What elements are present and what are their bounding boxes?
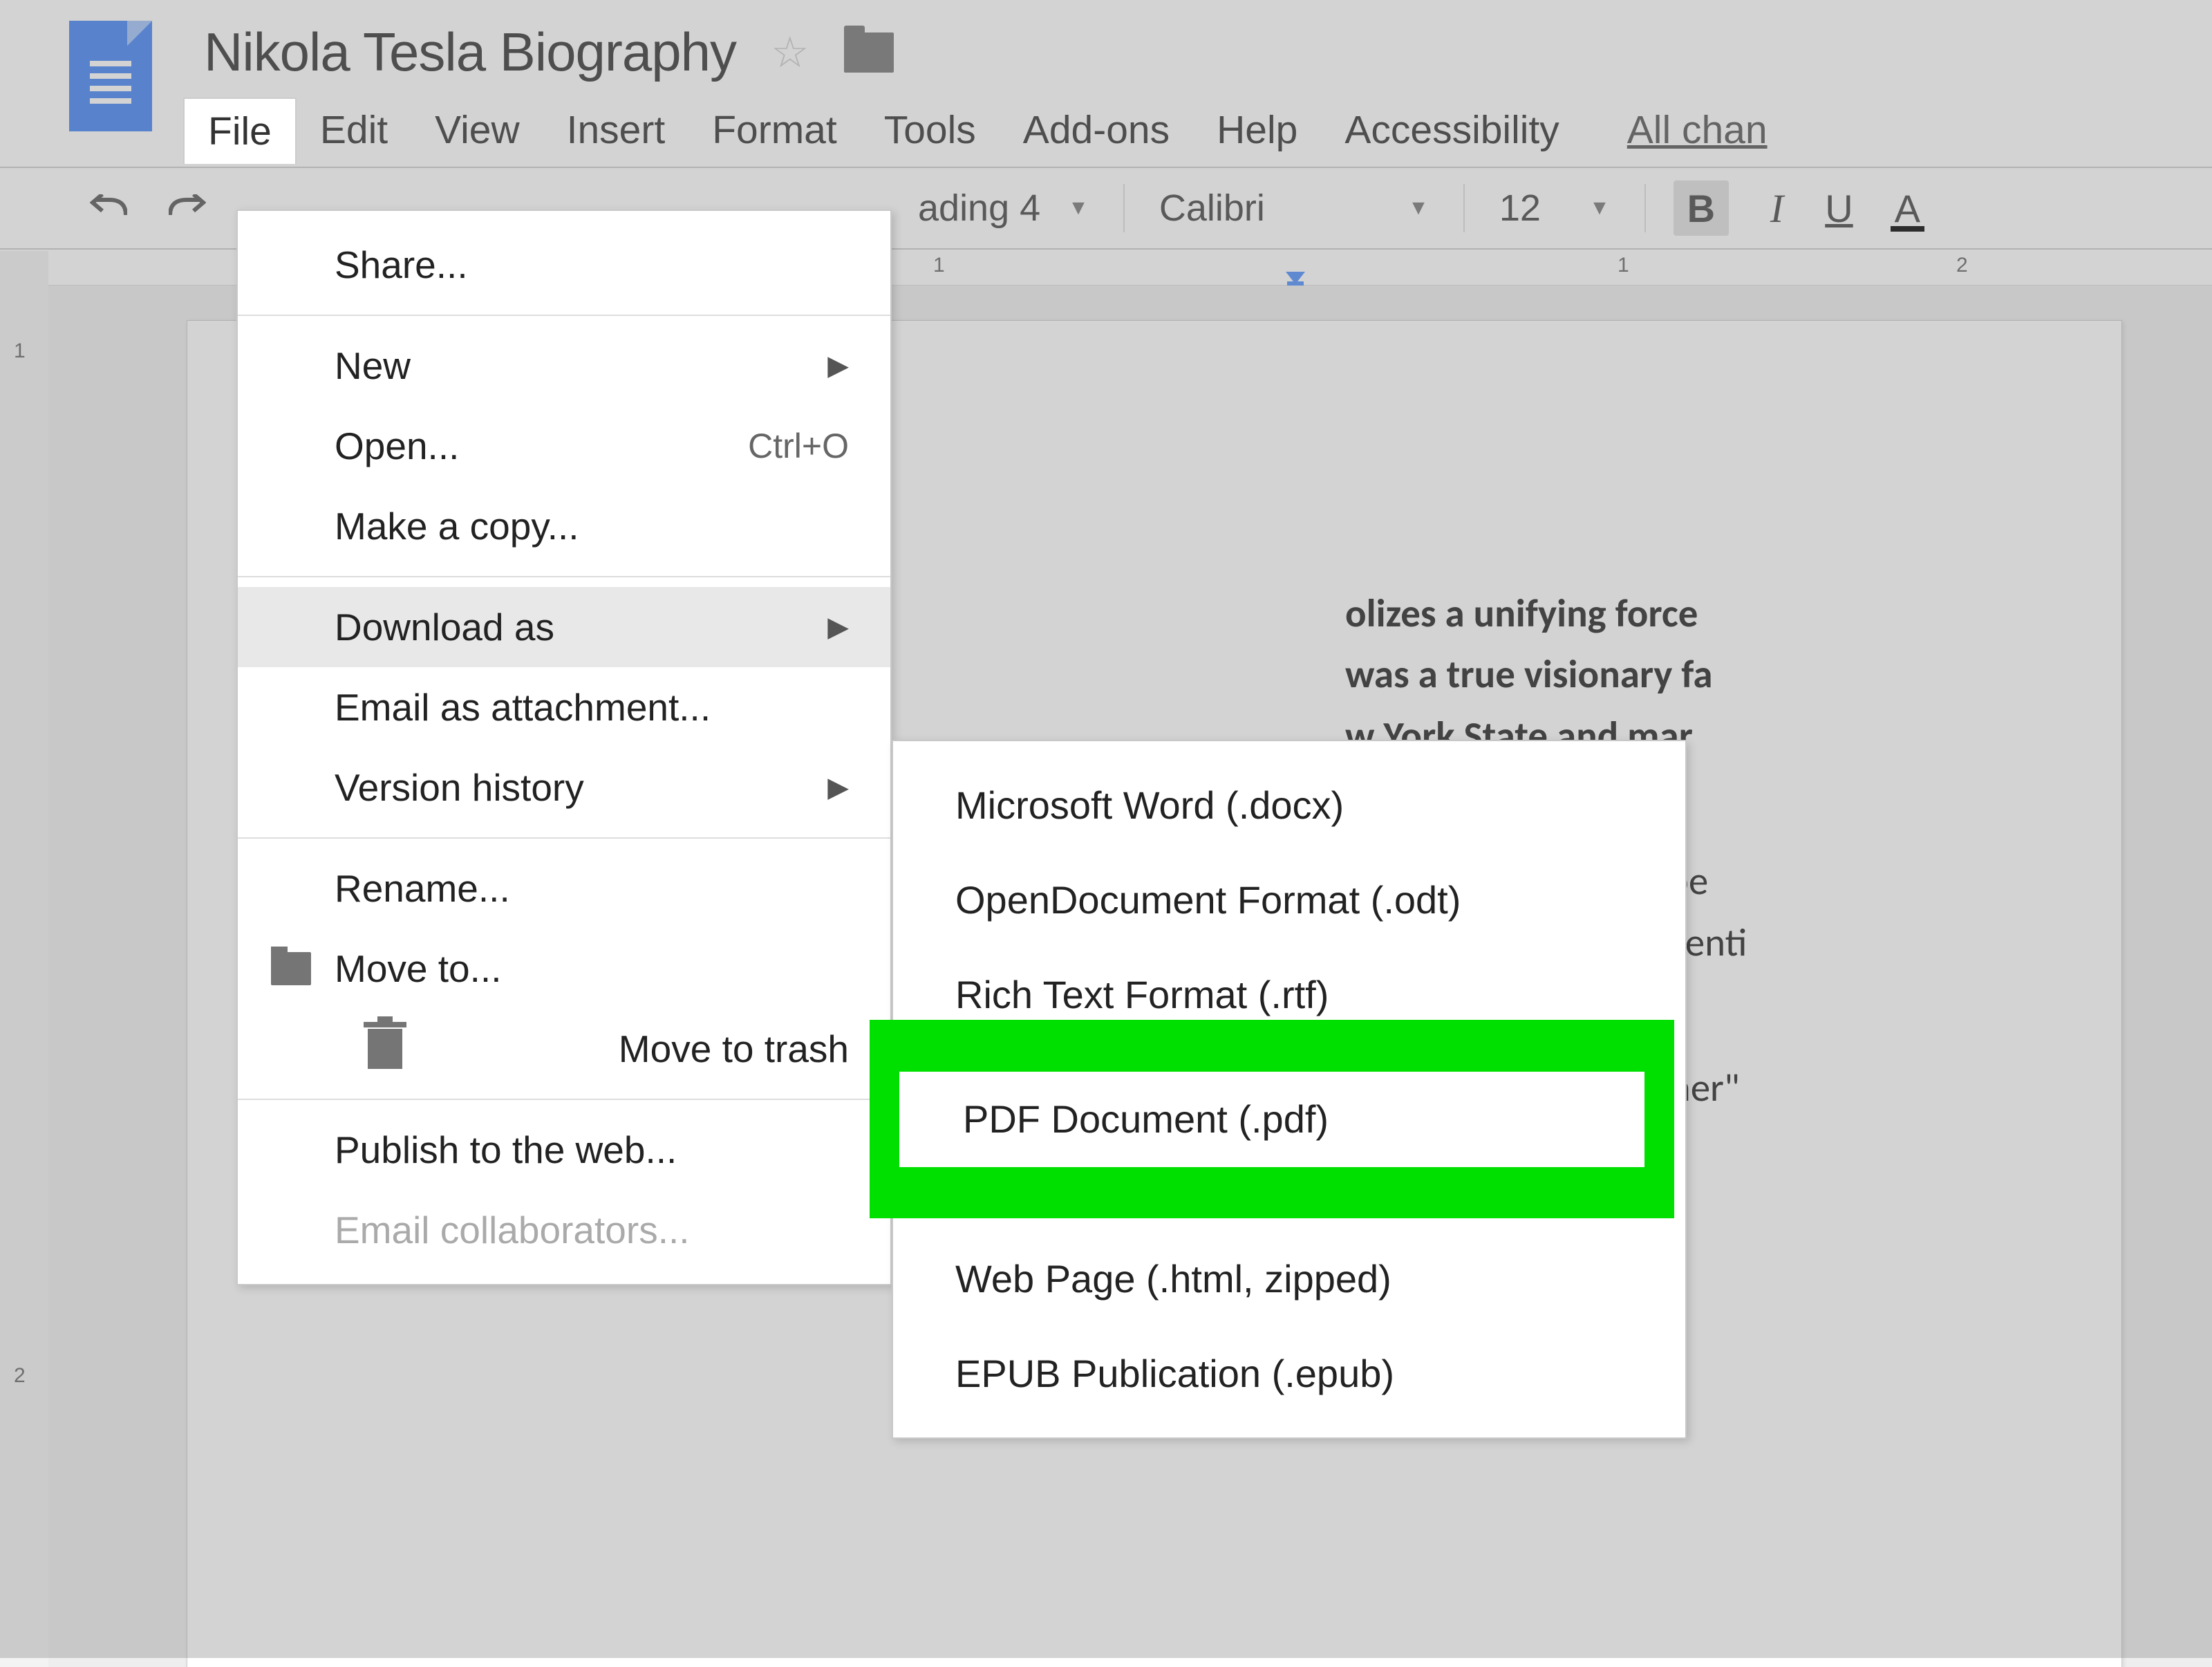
menu-format[interactable]: Format: [688, 97, 861, 164]
chevron-right-icon: ▶: [827, 350, 849, 382]
menu-accessibility[interactable]: Accessibility: [1321, 97, 1582, 164]
chevron-right-icon: ▶: [827, 772, 849, 803]
menu-rename[interactable]: Rename...: [238, 848, 890, 929]
menu-insert[interactable]: Insert: [543, 97, 689, 164]
document-title[interactable]: Nikola Tesla Biography: [204, 21, 736, 84]
menu-version-history[interactable]: Version history▶: [238, 747, 890, 828]
ruler-tick: 1: [933, 254, 945, 277]
doc-text: olizes a unifying force: [1345, 584, 2052, 644]
shortcut-label: Ctrl+O: [748, 426, 849, 466]
fontsize-dropdown[interactable]: 12 ▼: [1472, 187, 1638, 230]
fontsize-label: 12: [1499, 187, 1541, 230]
changes-link[interactable]: All chan: [1604, 97, 1791, 164]
ruler-tick: 1: [1618, 254, 1629, 277]
menu-publish-web[interactable]: Publish to the web...: [238, 1110, 890, 1190]
indent-marker[interactable]: [1286, 272, 1305, 284]
menu-addons[interactable]: Add-ons: [1000, 97, 1193, 164]
text-color-button[interactable]: A: [1874, 168, 1941, 248]
menu-email-attachment[interactable]: Email as attachment...: [238, 667, 890, 747]
chevron-down-icon: ▼: [1408, 196, 1429, 220]
italic-button[interactable]: I: [1750, 168, 1804, 248]
menu-file[interactable]: File: [183, 97, 297, 164]
doc-text: was a true visionary fa: [1345, 644, 2052, 705]
menu-share[interactable]: Share...: [238, 225, 890, 305]
menu-edit[interactable]: Edit: [297, 97, 411, 164]
highlight-annotation: PDF Document (.pdf): [870, 1020, 1674, 1218]
submenu-pdf[interactable]: PDF Document (.pdf): [899, 1072, 1644, 1167]
ruler-tick: 2: [1956, 254, 1968, 277]
chevron-down-icon: ▼: [1068, 196, 1089, 220]
star-icon[interactable]: ☆: [771, 27, 809, 77]
menu-make-copy[interactable]: Make a copy...: [238, 486, 890, 566]
undo-button[interactable]: [69, 168, 148, 248]
font-label: Calibri: [1159, 187, 1265, 230]
docs-app-icon[interactable]: [69, 21, 152, 131]
menu-tools[interactable]: Tools: [861, 97, 1000, 164]
paragraph-style-dropdown[interactable]: ading 4 ▼: [890, 187, 1116, 230]
submenu-odt[interactable]: OpenDocument Format (.odt): [893, 853, 1685, 947]
submenu-epub[interactable]: EPUB Publication (.epub): [893, 1326, 1685, 1421]
file-menu-dropdown: Share... New▶ Open...Ctrl+O Make a copy.…: [236, 209, 892, 1285]
menu-move-to[interactable]: Move to...: [238, 929, 890, 1009]
chevron-right-icon: ▶: [827, 611, 849, 643]
menu-open[interactable]: Open...Ctrl+O: [238, 406, 890, 486]
underline-button[interactable]: U: [1804, 168, 1873, 248]
menu-email-collaborators[interactable]: Email collaborators...: [238, 1190, 890, 1270]
folder-icon[interactable]: [844, 32, 894, 73]
menubar: File Edit View Insert Format Tools Add-o…: [183, 97, 2212, 164]
vertical-ruler[interactable]: 1 2: [0, 286, 48, 1667]
redo-button[interactable]: [148, 168, 227, 248]
bold-button[interactable]: B: [1653, 168, 1750, 248]
menu-help[interactable]: Help: [1193, 97, 1321, 164]
menu-new[interactable]: New▶: [238, 326, 890, 406]
paragraph-style-label: ading 4: [918, 187, 1040, 230]
submenu-html[interactable]: Web Page (.html, zipped): [893, 1231, 1685, 1326]
menu-download-as[interactable]: Download as▶: [238, 587, 890, 667]
folder-icon: [271, 952, 311, 985]
trash-icon: [368, 1029, 402, 1069]
font-dropdown[interactable]: Calibri ▼: [1132, 187, 1456, 230]
menu-view[interactable]: View: [411, 97, 543, 164]
menu-move-to-trash[interactable]: Move to trash: [238, 1009, 890, 1089]
submenu-docx[interactable]: Microsoft Word (.docx): [893, 758, 1685, 853]
chevron-down-icon: ▼: [1589, 196, 1610, 220]
